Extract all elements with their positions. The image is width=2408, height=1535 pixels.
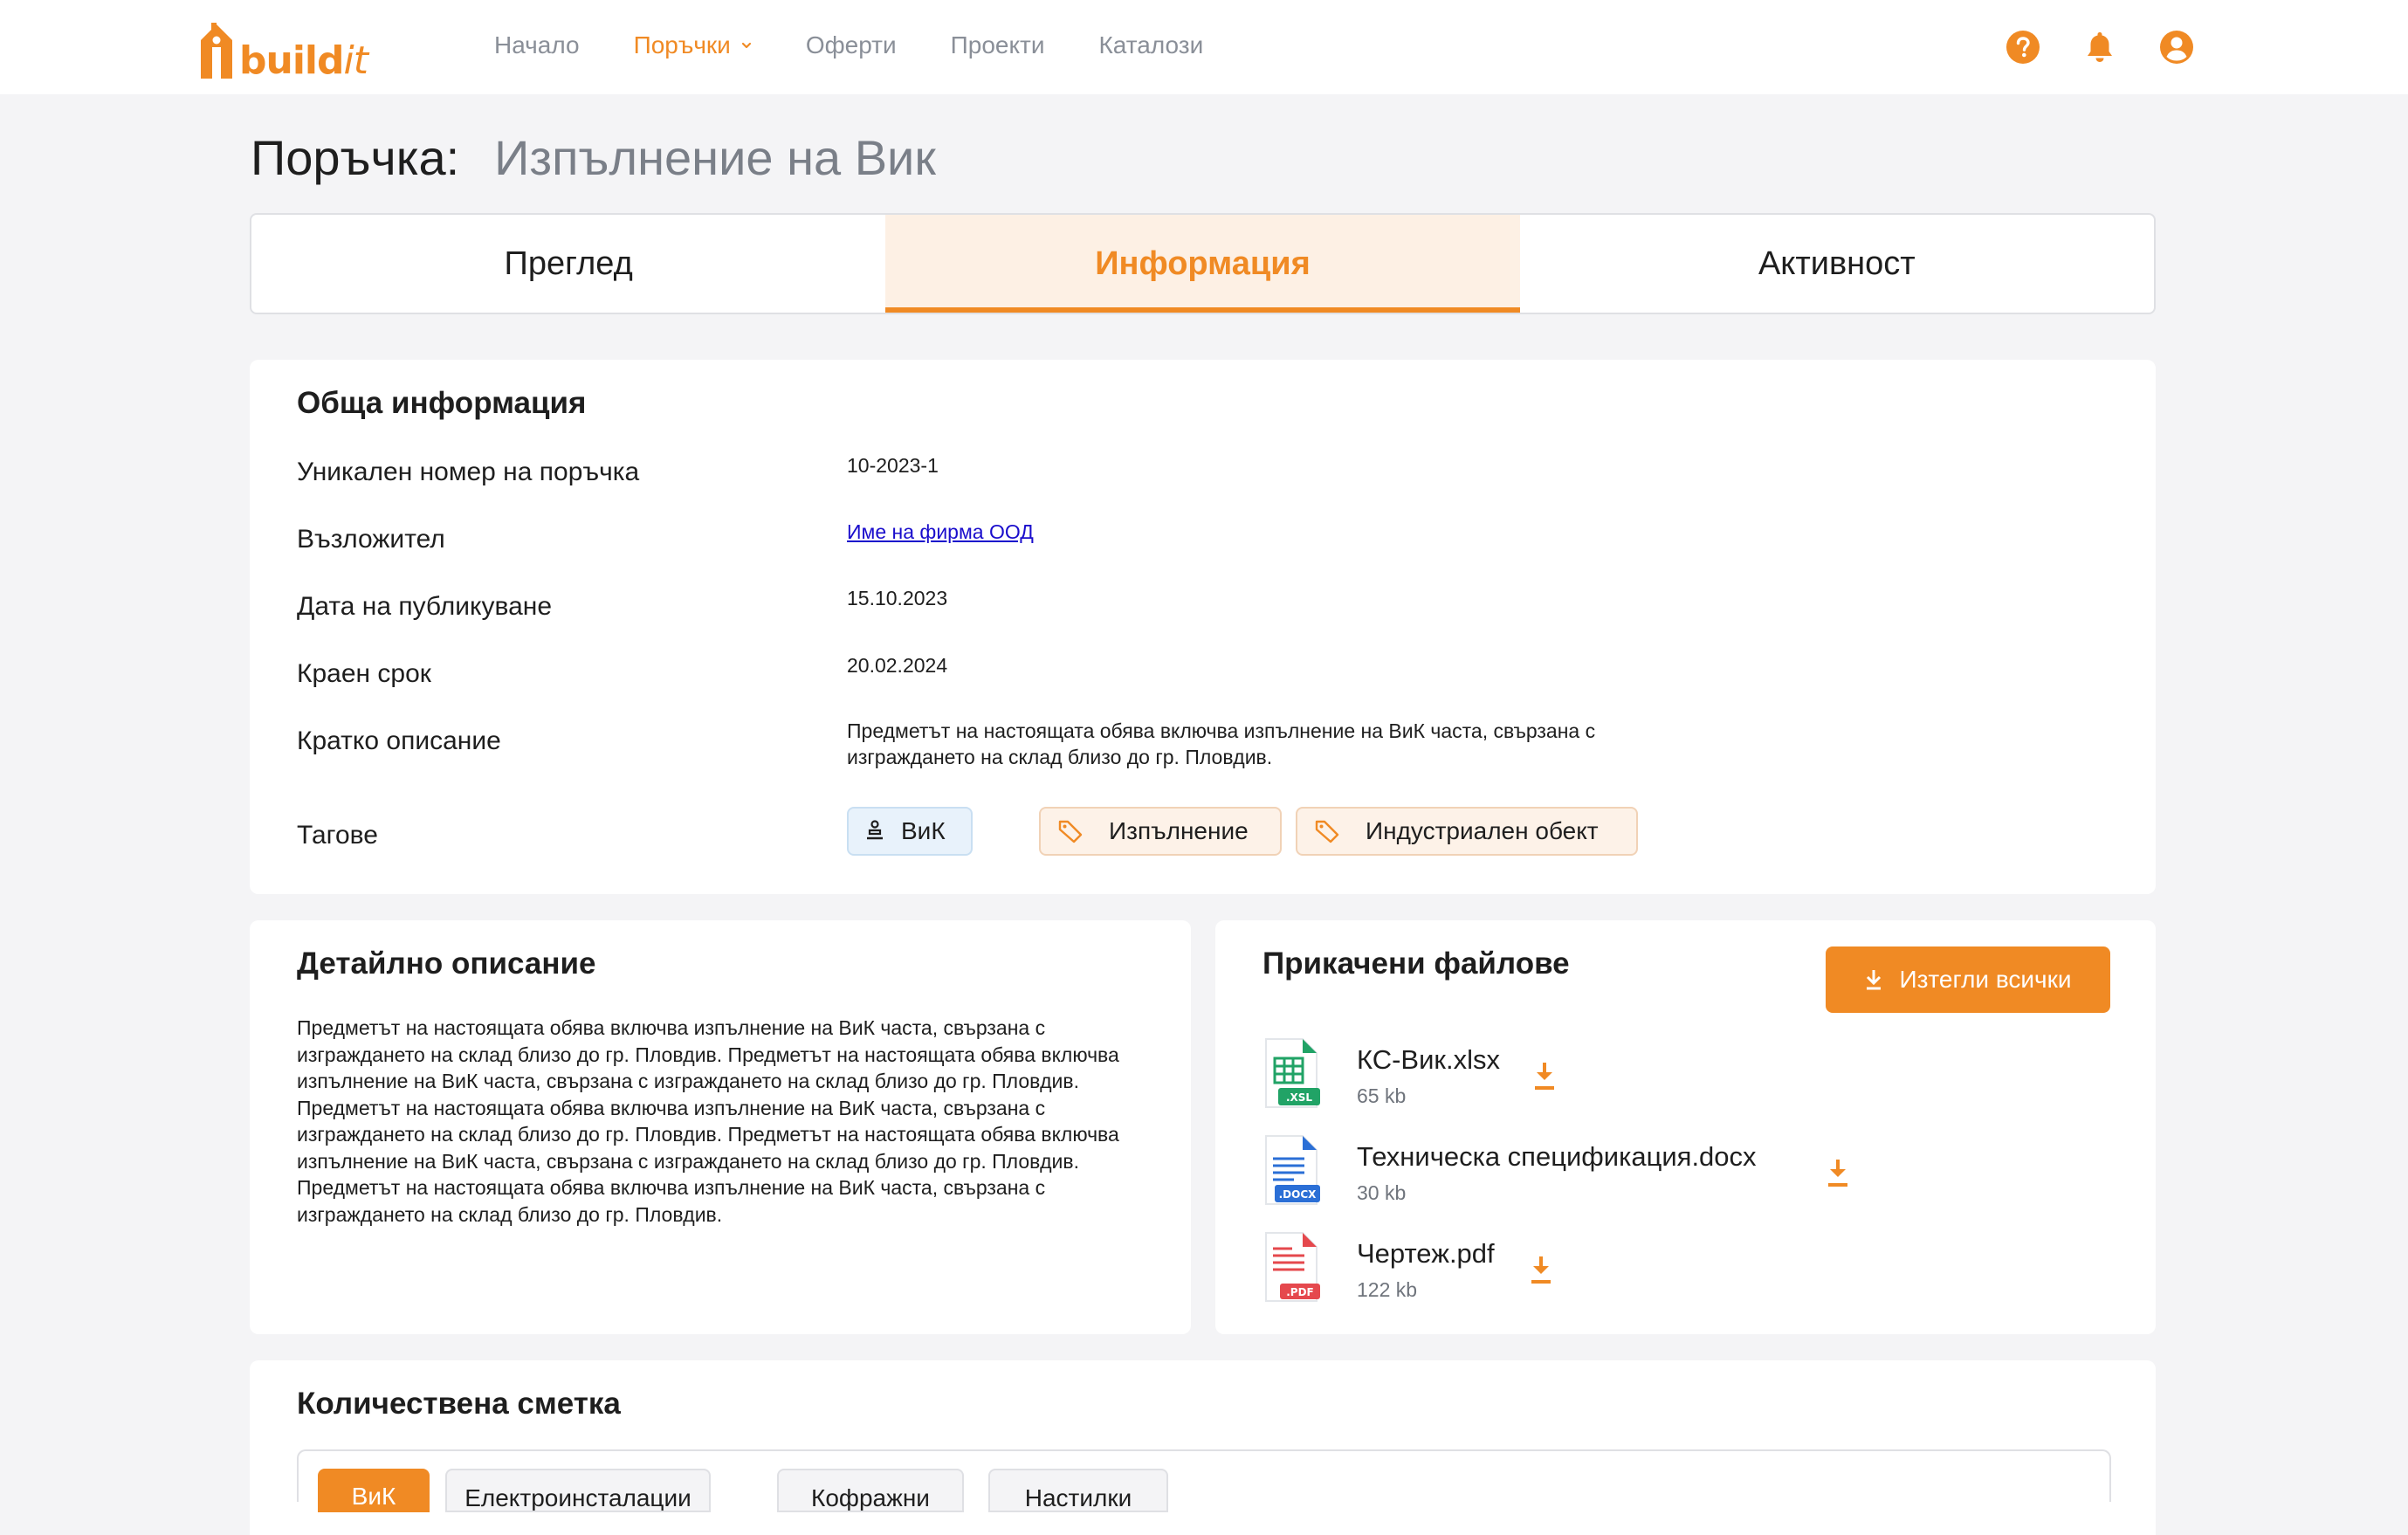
pdf-file-icon: .PDF (1265, 1232, 1320, 1302)
tag-industrial-site-label: Индустриален обект (1366, 817, 1599, 844)
download-all-label: Изтегли всички (1899, 966, 2072, 993)
info-value-publish-date: 15.10.2023 (847, 587, 948, 609)
tag-execution[interactable]: Изпълнение (1039, 807, 1282, 856)
plumbing-icon (867, 820, 883, 840)
logo-house-icon (201, 23, 232, 79)
file-size: 65 kb (1357, 1084, 1407, 1107)
help-icon[interactable] (2006, 30, 2040, 65)
nav-item-offers[interactable]: Оферти (806, 31, 897, 59)
general-info-card: Обща информация Уникален номер на поръчк… (250, 360, 2156, 894)
docx-file-icon: .DOCX (1265, 1135, 1320, 1205)
file-item: .XSL КС-Вик.xlsx 65 kb (1262, 1036, 1961, 1114)
general-info-heading: Обща информация (297, 386, 587, 420)
tag-vik-label: ВиК (901, 817, 946, 844)
xlsx-badge: .XSL (1286, 1091, 1312, 1104)
file-item: .DOCX Техническа спецификация.docx 30 kb (1262, 1132, 1961, 1211)
attached-files-heading: Прикачени файлове (1262, 946, 1570, 981)
quantity-tab-flooring[interactable]: Настилки (988, 1469, 1168, 1512)
info-label-short-description: Кратко описание (297, 726, 501, 755)
user-icon[interactable] (2159, 30, 2194, 65)
file-name: Чертеж.pdf (1357, 1238, 1495, 1269)
nav-item-orders[interactable]: Поръчки (634, 31, 752, 59)
quantity-tab-vik[interactable]: ВиК (318, 1469, 430, 1512)
download-icon[interactable] (1825, 1157, 1851, 1188)
tag-industrial-site[interactable]: Индустриален обект (1296, 807, 1638, 856)
tag-vik[interactable]: ВиК (847, 807, 973, 856)
info-label-deadline: Краен срок (297, 659, 431, 688)
download-all-button[interactable]: Изтегли всички (1826, 946, 2110, 1013)
file-name: КС-Вик.xlsx (1357, 1044, 1500, 1075)
attached-files-card: Прикачени файлове Изтегли всички .XSL КС… (1215, 920, 2156, 1334)
tab-activity[interactable]: Активност (1520, 215, 2154, 313)
page-title-value: Изпълнение на Вик (494, 130, 936, 185)
quantity-estimate-heading: Количествена сметка (297, 1387, 621, 1421)
detail-description-text: Предметът на настоящата обява включва из… (297, 1016, 1119, 1226)
info-label-order-number: Уникален номер на поръчка (297, 458, 640, 486)
buildit-logo[interactable]: buildit (199, 17, 368, 80)
page-title: Поръчка: Изпълнение на Вик (251, 129, 936, 186)
quantity-estimate-card: Количествена сметка ВиК Електроинсталаци… (250, 1360, 2156, 1535)
detail-description-card: Детайлно описание Предметът на настоящат… (250, 920, 1191, 1334)
logo-text: buildit (239, 38, 368, 83)
nav-item-home[interactable]: Начало (494, 31, 580, 59)
info-value-deadline: 20.02.2024 (847, 654, 948, 677)
top-navigation-bar: buildit Начало Поръчки Оферти Проекти Ка… (0, 0, 2408, 94)
order-tabs: Преглед Информация Активност (250, 213, 2156, 314)
quantity-tab-electrical[interactable]: Електроинсталации (445, 1469, 711, 1512)
detail-description-heading: Детайлно описание (297, 946, 596, 981)
page-title-label: Поръчка: (251, 130, 460, 185)
main-nav: Начало Поръчки Оферти Проекти Каталози (494, 31, 1257, 59)
info-value-short-description: Предметът на настоящата обява включва из… (847, 719, 1596, 768)
file-name: Техническа спецификация.docx (1357, 1141, 1757, 1172)
info-label-publish-date: Дата на публикуване (297, 592, 553, 621)
tag-execution-label: Изпълнение (1109, 817, 1249, 844)
chevron-down-icon (741, 42, 751, 49)
info-label-contracting-authority: Възложител (297, 525, 445, 554)
download-icon (1867, 970, 1882, 990)
contracting-authority-link[interactable]: Име на фирма ООД (847, 520, 1034, 544)
download-icon[interactable] (1531, 1060, 1558, 1091)
info-value-order-number: 10-2023-1 (847, 454, 939, 477)
tab-information[interactable]: Информация (885, 215, 1520, 313)
docx-badge: .DOCX (1279, 1188, 1318, 1201)
file-size: 30 kb (1357, 1181, 1407, 1204)
tab-overview[interactable]: Преглед (251, 215, 885, 313)
download-icon[interactable] (1528, 1254, 1554, 1285)
bell-icon[interactable] (2082, 30, 2117, 65)
nav-item-catalogs[interactable]: Каталози (1099, 31, 1204, 59)
tag-icon (1058, 820, 1083, 843)
info-label-tags: Тагове (297, 821, 378, 850)
file-size: 122 kb (1357, 1278, 1418, 1301)
pdf-badge: .PDF (1286, 1286, 1314, 1298)
xlsx-file-icon: .XSL (1265, 1038, 1320, 1108)
nav-item-projects[interactable]: Проекти (951, 31, 1045, 59)
file-item: .PDF Чертеж.pdf 122 kb (1262, 1229, 1961, 1308)
quantity-tab-formwork[interactable]: Кофражни (777, 1469, 964, 1512)
tag-icon (1315, 820, 1339, 843)
